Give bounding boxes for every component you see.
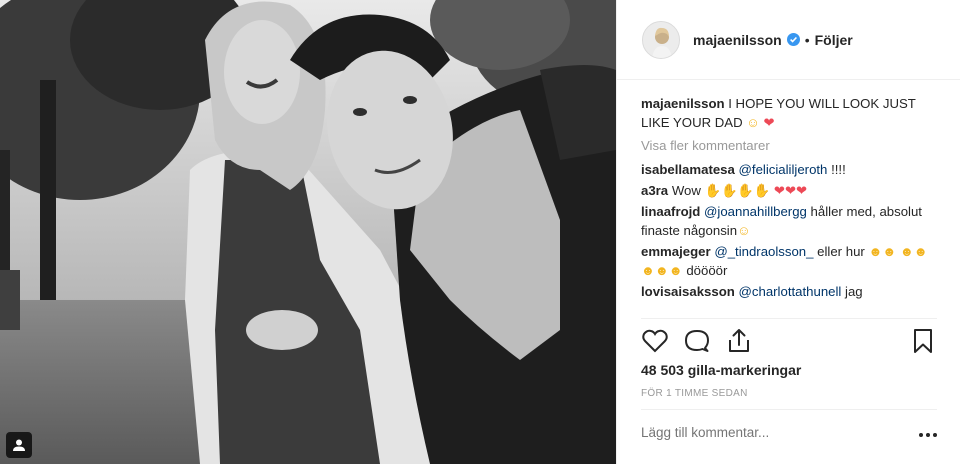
avatar[interactable] [642,20,680,59]
comment-text: Wow [671,183,701,198]
follow-button[interactable]: Följer [815,32,853,48]
caption: majaenilsson I HOPE YOU WILL LOOK JUST L… [641,94,941,132]
tag-people-button[interactable] [6,432,32,458]
comment-item: linaafrojd @joannahillbergg håller med, … [641,202,941,240]
caption-username[interactable]: majaenilsson [641,96,725,111]
comment-text-2: döööör [686,263,728,278]
person-tag-icon [13,439,25,451]
likes-count[interactable]: 48 503 gilla-markeringar [641,362,801,378]
separator-dot: • [804,31,810,48]
view-more-comments-link[interactable]: Visa fler kommentarer [641,138,941,153]
header-username[interactable]: majaenilsson [693,32,782,48]
comment-username[interactable]: lovisaisaksson [641,284,735,299]
photo-image [0,0,616,464]
post-details-panel: majaenilsson • Följer majaenilsson I HOP… [616,0,960,464]
comment-mention[interactable]: @joannahillbergg [704,204,807,219]
share-icon[interactable] [725,327,753,355]
bookmark-icon[interactable] [909,327,937,355]
heart-outline-icon[interactable] [641,327,669,355]
comment-mention[interactable]: @felicialiljeroth [739,162,828,177]
comments-divider [641,318,937,319]
instagram-post: majaenilsson • Följer majaenilsson I HOP… [0,0,960,464]
post-photo[interactable] [0,0,616,464]
more-options-icon[interactable] [917,428,939,442]
comment-text: jag [845,284,863,299]
heart-emoji-icon: ❤❤❤ [773,183,808,198]
comment-text: !!!! [831,162,846,177]
clapping-hands-emoji-icon: ✋✋✋✋ [704,183,771,198]
verified-badge-icon [786,33,800,46]
comment-username[interactable]: a3ra [641,183,668,198]
comment-item: lovisaisaksson @charlottathunell jag [641,282,941,301]
comment-item: emmajeger @_tindraolsson_ eller hur ☻☻ ☻… [641,242,941,280]
comment-username[interactable]: linaafrojd [641,204,700,219]
comment-mention[interactable]: @charlottathunell [739,284,842,299]
add-comment-input[interactable] [641,425,921,440]
comment-username[interactable]: emmajeger [641,244,711,259]
comment-text: eller hur [817,244,865,259]
action-bar [641,325,937,357]
comment-item: isabellamatesa @felicialiljeroth !!!! [641,160,941,179]
comment-username[interactable]: isabellamatesa [641,162,735,177]
tearful-emoji-icon: ☺ [737,223,751,238]
post-header: majaenilsson • Följer [617,0,960,80]
avatar-image [643,21,679,58]
input-divider [641,409,937,410]
comment-bubble-icon[interactable] [683,327,711,355]
comments-list: majaenilsson I HOPE YOU WILL LOOK JUST L… [641,94,941,316]
post-timestamp[interactable]: FÖR 1 TIMME SEDAN [641,388,748,399]
baby-emoji-icon: ☺ [746,115,760,130]
comment-mention[interactable]: @_tindraolsson_ [714,244,813,259]
heart-emoji-icon: ❤ [763,115,775,130]
comment-item: a3ra Wow ✋✋✋✋ ❤❤❤ [641,181,941,200]
